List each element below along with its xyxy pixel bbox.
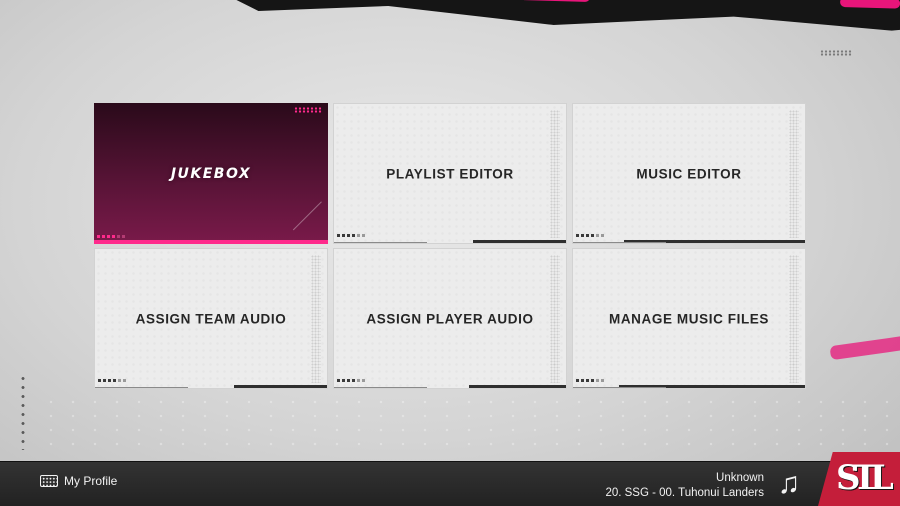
tile-label: JUKEBOX — [170, 165, 252, 182]
music-note-icon: ♫ — [777, 467, 801, 500]
now-playing-track: 20. SSG - 00. Tuhonui Landers — [605, 487, 764, 499]
tile-assign-player-audio[interactable]: ASSIGN PLAYER AUDIO — [333, 248, 567, 389]
tile-manage-music-files[interactable]: MANAGE MUSIC FILES — [572, 248, 806, 389]
media-menu-screen: JUKEBOX PLAYLIST EDITOR MUSIC EDITOR ASS… — [0, 0, 900, 506]
keyboard-icon — [40, 475, 58, 487]
footer-bar: My Profile Unknown 20. SSG - 00. Tuhonui… — [0, 461, 900, 506]
decorative-scatter — [40, 395, 900, 455]
now-playing-artist: Unknown — [716, 472, 764, 484]
decorative-dots — [820, 50, 852, 56]
tile-music-editor[interactable]: MUSIC EDITOR — [572, 103, 806, 244]
tile-label: ASSIGN PLAYER AUDIO — [366, 311, 534, 326]
tile-playlist-editor[interactable]: PLAYLIST EDITOR — [333, 103, 567, 244]
now-playing-info: Unknown 20. SSG - 00. Tuhonui Landers — [605, 471, 764, 501]
profile-label: My Profile — [64, 474, 118, 488]
tile-jukebox[interactable]: JUKEBOX — [94, 103, 328, 244]
tile-label: MANAGE MUSIC FILES — [608, 311, 770, 326]
decorative-stroke — [829, 333, 900, 361]
tile-label: PLAYLIST EDITOR — [386, 166, 514, 181]
tile-assign-team-audio[interactable]: ASSIGN TEAM AUDIO — [94, 248, 328, 389]
page-indicator-dots — [20, 374, 26, 450]
my-profile-button[interactable]: My Profile — [40, 474, 117, 488]
top-brush-banner — [229, 0, 900, 36]
tile-label: MUSIC EDITOR — [636, 166, 742, 181]
tile-label: ASSIGN TEAM AUDIO — [135, 311, 287, 326]
